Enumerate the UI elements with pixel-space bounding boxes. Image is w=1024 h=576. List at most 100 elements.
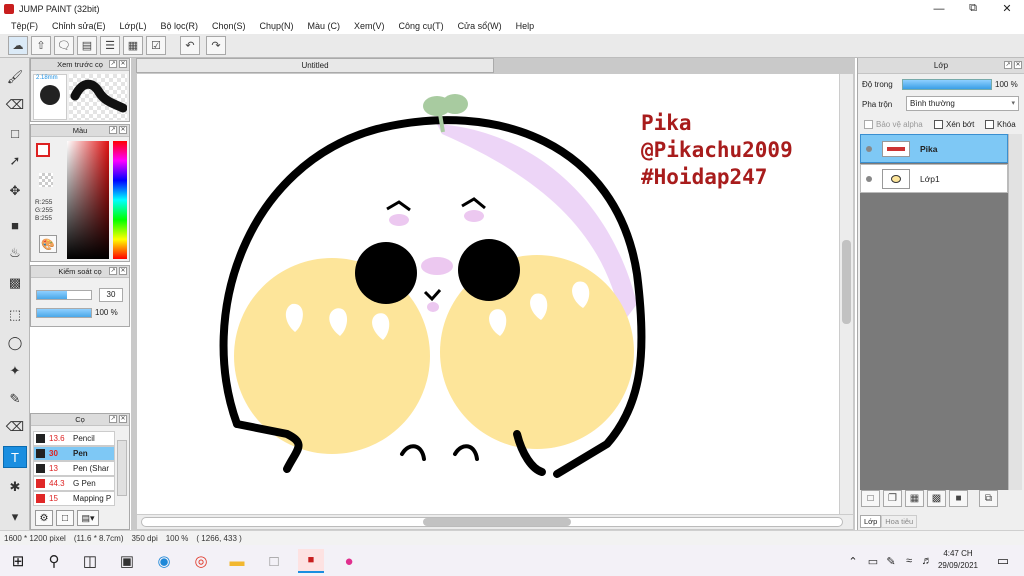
lasso-tool-icon[interactable]: ◯	[3, 332, 27, 354]
paint-drop-icon[interactable]: ●	[336, 549, 362, 573]
store-icon[interactable]: ▣	[114, 549, 140, 573]
notification-icon[interactable]: ▭	[990, 549, 1016, 573]
brush-list-item[interactable]: 13.6 Pencil	[33, 431, 115, 446]
panel-close-icon[interactable]: ✕	[119, 126, 127, 134]
brush-list-item[interactable]: 30 Pen	[33, 446, 115, 461]
drawing-canvas[interactable]: Pika @Pikachu2009 #Hoidap247	[137, 74, 840, 514]
visibility-icon[interactable]	[866, 145, 872, 152]
saturation-brightness-picker[interactable]	[67, 141, 109, 259]
redo-icon[interactable]: ↷	[206, 36, 226, 55]
menu-view[interactable]: Xem(V)	[347, 21, 392, 31]
layer-opacity-slider[interactable]	[902, 79, 992, 90]
protect-alpha-checkbox[interactable]: Bảo vệ alpha	[864, 120, 923, 129]
pen-select-icon[interactable]: ✎	[3, 388, 27, 410]
blend-mode-select[interactable]: Bình thường ▾	[906, 96, 1019, 111]
list-icon[interactable]: ▦	[123, 36, 143, 55]
eraser-tool-icon[interactable]: ⌫	[3, 94, 27, 116]
checklist-icon[interactable]: ☑	[146, 36, 166, 55]
lock-checkbox[interactable]: Khóa	[985, 120, 1016, 129]
menu-color[interactable]: Màu (C)	[301, 21, 348, 31]
rectangle-tool-icon[interactable]: □	[3, 122, 27, 144]
undock-icon[interactable]: ↗	[109, 60, 117, 68]
menu-layer[interactable]: Lớp(L)	[113, 21, 154, 31]
chrome-icon[interactable]: ◎	[188, 549, 214, 573]
layer-image-icon[interactable]: ▦	[905, 490, 924, 507]
tab-layers[interactable]: Lớp	[860, 515, 882, 528]
brush-list-item[interactable]: 13 Pen (Shar	[33, 461, 115, 476]
cloud-icon[interactable]: ☁	[8, 36, 28, 55]
menu-help[interactable]: Help	[509, 21, 542, 31]
menu-select[interactable]: Chọn(S)	[205, 21, 253, 31]
layer-row[interactable]: Pika	[860, 134, 1008, 163]
panel-close-icon[interactable]: ✕	[119, 267, 127, 275]
fill-rect-tool-icon[interactable]: ■	[3, 214, 27, 236]
line-tool-icon[interactable]: ➚	[3, 150, 27, 172]
document-tab[interactable]: Untitled	[136, 58, 494, 73]
chat-icon[interactable]: ▤	[77, 36, 97, 55]
palette-icon[interactable]: 🎨	[39, 235, 57, 253]
menu-filter[interactable]: Bộ lọc(R)	[153, 21, 205, 31]
vertical-scrollbar[interactable]	[839, 74, 853, 514]
edge-icon[interactable]: ◉	[151, 549, 177, 573]
brush-size-input[interactable]: 30	[99, 288, 123, 302]
undock-icon[interactable]: ↗	[109, 415, 117, 423]
menu-edit[interactable]: Chỉnh sửa(E)	[45, 21, 113, 31]
brush-size-slider[interactable]	[36, 290, 92, 300]
undo-icon[interactable]: ↶	[180, 36, 200, 55]
brush-tool-icon[interactable]: 🖌	[3, 66, 27, 88]
horizontal-scrollbar[interactable]	[137, 514, 853, 529]
undock-icon[interactable]: ↗	[109, 267, 117, 275]
tab-navigator[interactable]: Hoa tiêu	[881, 515, 918, 528]
brush-list-item[interactable]: 44.3 G Pen	[33, 476, 115, 491]
new-brush-icon[interactable]: □	[56, 510, 74, 526]
select-rect-icon[interactable]: ⬚	[3, 304, 27, 326]
brush-list-scrollbar[interactable]	[117, 440, 127, 496]
clip-checkbox[interactable]: Xén bớt	[934, 120, 974, 129]
magic-wand-icon[interactable]: ✦	[3, 360, 27, 382]
undock-icon[interactable]: ↗	[1004, 61, 1012, 69]
maximize-button[interactable]: ⧉	[956, 0, 990, 17]
gradient-tool-icon[interactable]: ▩	[3, 272, 27, 294]
close-button[interactable]: ✕	[990, 0, 1024, 17]
undock-icon[interactable]: ↗	[109, 126, 117, 134]
brush-list-item[interactable]: 15 Mapping P	[33, 491, 115, 506]
eraser-select-icon[interactable]: ⌫	[3, 416, 27, 438]
eyedropper-tool-icon[interactable]: ✱	[3, 476, 27, 498]
new-layer-icon[interactable]: □	[861, 490, 880, 507]
notepad-icon[interactable]: □	[261, 549, 287, 573]
brush-menu-icon[interactable]: ▤▾	[77, 510, 99, 526]
panel-close-icon[interactable]: ✕	[1014, 61, 1022, 69]
menu-window[interactable]: Cửa sổ(W)	[451, 21, 509, 31]
bucket-tool-icon[interactable]: ♨	[3, 242, 27, 264]
horizontal-scroll-thumb[interactable]	[423, 518, 571, 526]
document-icon[interactable]: ☰	[100, 36, 120, 55]
vertical-scroll-thumb[interactable]	[842, 240, 851, 324]
panel-close-icon[interactable]: ✕	[119, 60, 127, 68]
menu-file[interactable]: Tệp(F)	[4, 21, 45, 31]
more-tools-icon[interactable]: ▾	[3, 509, 27, 524]
hue-slider[interactable]	[113, 141, 127, 259]
windows-start-icon[interactable]: ⊞	[5, 549, 31, 573]
menu-capture[interactable]: Chụp(N)	[253, 21, 301, 31]
menu-tools[interactable]: Công cụ(T)	[392, 21, 451, 31]
clock[interactable]: 4:47 CH 29/09/2021	[934, 548, 982, 572]
search-icon[interactable]: ⚲	[41, 549, 67, 573]
texture-layer-icon[interactable]: ▩	[927, 490, 946, 507]
minimize-button[interactable]: —	[922, 0, 956, 17]
layer-row[interactable]: Lớp1	[860, 164, 1008, 193]
duplicate-layer-icon[interactable]: ⧉	[979, 490, 998, 507]
copy-layer-icon[interactable]: ❐	[883, 490, 902, 507]
layer-list-scrollbar[interactable]	[1008, 134, 1022, 490]
folder-icon[interactable]: ■	[949, 490, 968, 507]
file-explorer-icon[interactable]: ▬	[224, 549, 250, 573]
task-view-icon[interactable]: ◫	[77, 549, 103, 573]
foreground-color-swatch[interactable]	[36, 143, 50, 157]
jump-paint-taskbar-icon[interactable]: ■	[298, 549, 324, 573]
text-tool-icon[interactable]: T	[3, 446, 27, 468]
share-icon[interactable]: ⇧	[31, 36, 51, 55]
brush-settings-icon[interactable]: ⚙	[35, 510, 53, 526]
move-tool-icon[interactable]: ✥	[3, 180, 27, 202]
visibility-icon[interactable]	[866, 175, 872, 182]
brush-opacity-slider[interactable]	[36, 308, 92, 318]
transparent-swatch[interactable]	[39, 173, 53, 187]
